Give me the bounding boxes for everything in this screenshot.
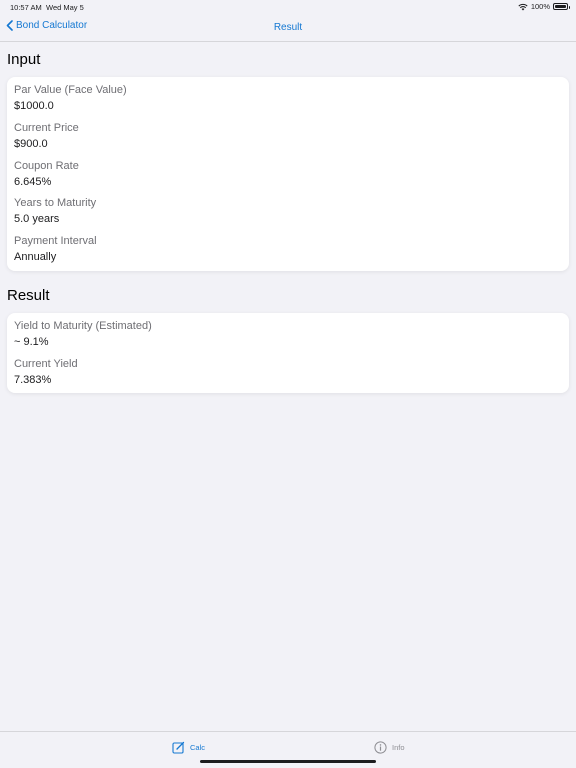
home-indicator [200,760,376,763]
field-label: Current Yield [14,358,78,370]
status-time: 10:57 AM [10,3,42,12]
page-title: Result [273,22,303,33]
navigation-bar: Bond Calculator Result [0,14,576,42]
field-value: 5.0 years [14,213,60,225]
field-value: 7.383% [14,374,52,386]
status-indicators: 100% [518,2,570,11]
field-label: Payment Interval [14,235,97,247]
input-field-coupon-rate: Coupon Rate 6.645% [14,160,79,189]
input-card: Par Value (Face Value) $1000.0 Current P… [7,77,569,271]
battery-icon [553,3,570,10]
tab-label: Info [392,743,405,752]
battery-percent: 100% [530,2,550,11]
result-card: Yield to Maturity (Estimated) ~ 9.1% Cur… [7,313,569,393]
field-value: ~ 9.1% [14,336,49,348]
field-value: Annually [14,251,57,263]
field-label: Coupon Rate [14,160,79,172]
tab-label: Calc [190,743,206,752]
input-section-header: Input [7,51,41,68]
compose-icon [172,741,185,754]
field-label: Years to Maturity [14,197,97,209]
status-date: Wed May 5 [46,3,84,12]
input-field-years-to-maturity: Years to Maturity 5.0 years [14,197,96,226]
input-field-par-value: Par Value (Face Value) $1000.0 [14,84,127,113]
result-field-current-yield: Current Yield 7.383% [14,358,78,387]
info-icon [374,741,387,754]
field-label: Current Price [14,122,79,134]
result-field-ytm: Yield to Maturity (Estimated) ~ 9.1% [14,320,152,349]
status-bar: 10:57 AM Wed May 5 100% [0,0,576,14]
wifi-icon [518,3,528,11]
tab-calc[interactable]: Calc [172,741,205,754]
field-label: Par Value (Face Value) [14,84,127,96]
tab-info[interactable]: Info [374,741,405,754]
field-value: $1000.0 [14,100,54,112]
input-field-current-price: Current Price $900.0 [14,122,79,151]
input-field-payment-interval: Payment Interval Annually [14,235,97,264]
field-value: 6.645% [14,176,52,188]
field-value: $900.0 [14,138,48,150]
result-section-header: Result [7,287,50,304]
field-label: Yield to Maturity (Estimated) [14,320,152,332]
